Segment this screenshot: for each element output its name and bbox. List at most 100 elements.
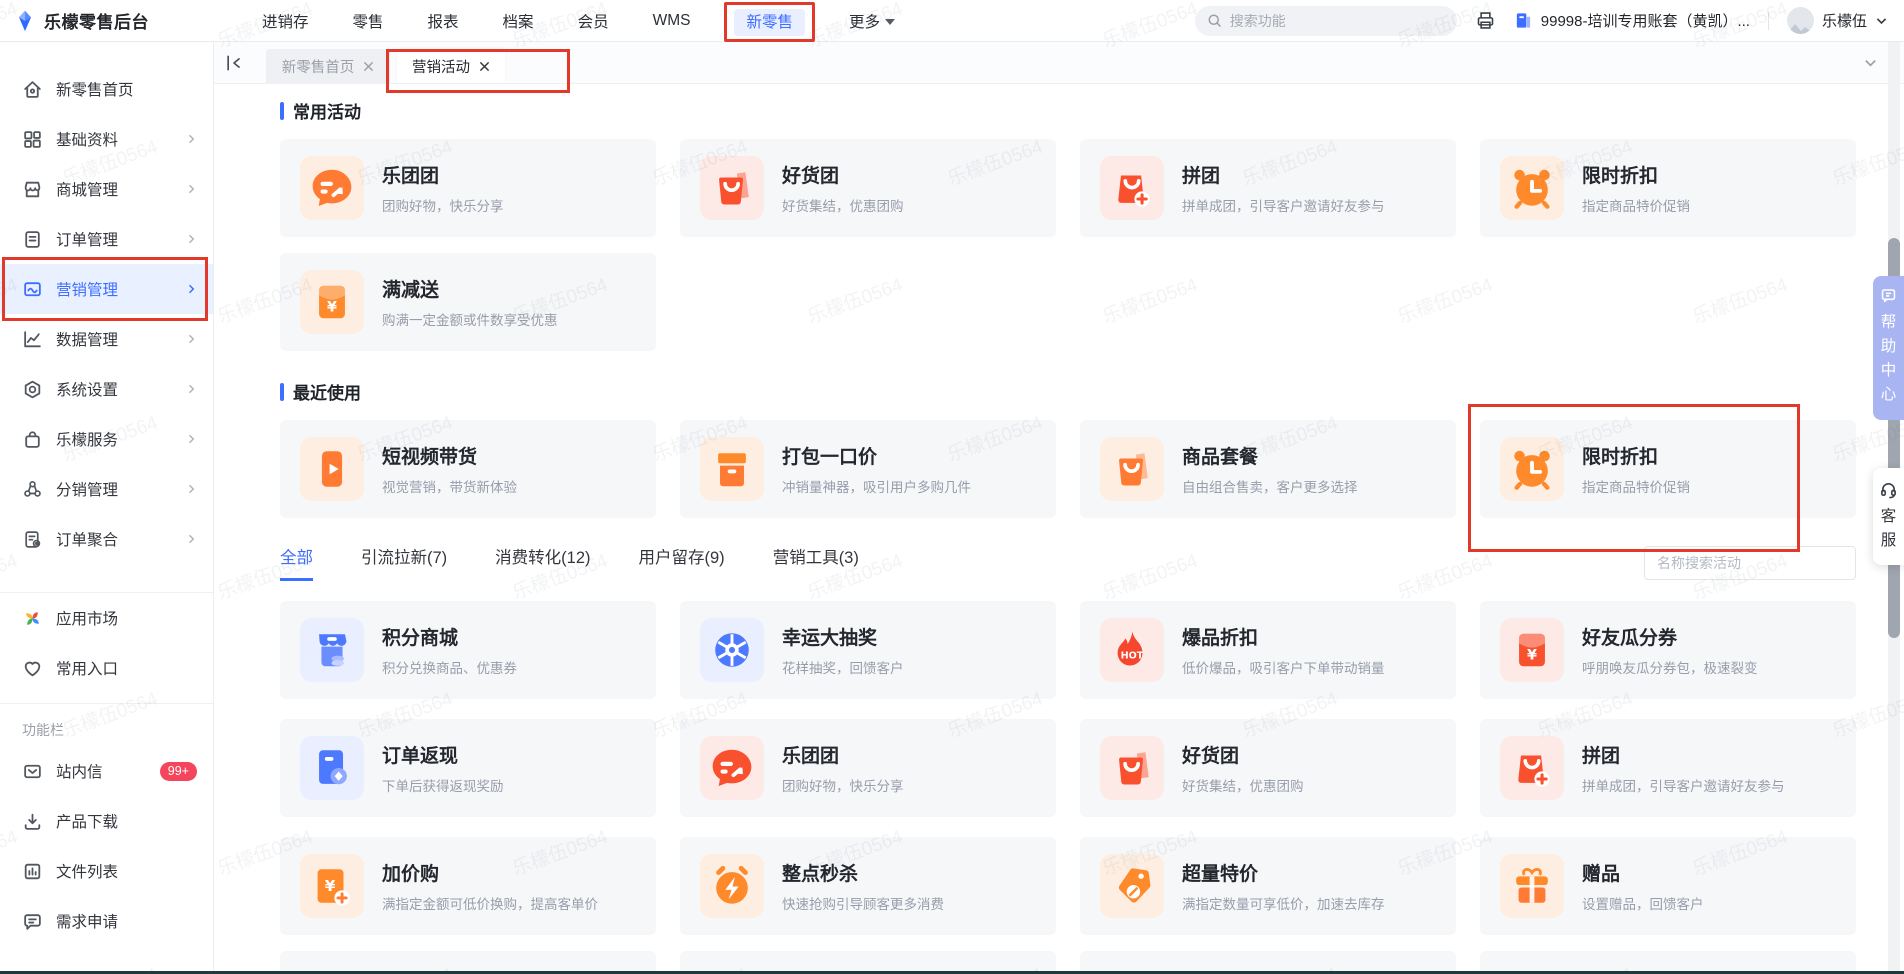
heart-icon — [24, 661, 41, 676]
clock-bolt-icon — [700, 854, 764, 918]
price-tag-icon — [1100, 854, 1164, 918]
global-search[interactable] — [1194, 5, 1457, 36]
nav-item-new-retail[interactable]: 新零售 — [724, 1, 815, 42]
activity-card-package-price[interactable]: 打包一口价 冲销量神器，吸引用户多购几件 — [680, 420, 1056, 518]
sidebar-item-inbox[interactable]: 站内信 99+ — [0, 746, 213, 796]
activity-card-flash-discount[interactable]: 限时折扣 指定商品特价促销 — [1480, 139, 1856, 237]
activity-card-flash-discount-recent[interactable]: 限时折扣 指定商品特价促销 — [1468, 404, 1856, 552]
printer-icon[interactable] — [1475, 10, 1496, 31]
nav-item-purchase-sale-stock[interactable]: 进销存 — [262, 10, 309, 32]
section-header-recently-used: 最近使用 — [280, 379, 1856, 404]
sidebar-item-data-management[interactable]: 数据管理 — [0, 314, 213, 364]
alarm-clock-icon — [1500, 156, 1564, 220]
download-icon — [24, 813, 41, 830]
unread-count-badge: 99+ — [159, 761, 197, 781]
sidebar-collapse-icon[interactable] — [224, 53, 244, 73]
share-network-icon — [24, 480, 41, 497]
chevron-down-icon — [1876, 18, 1887, 25]
nav-item-archives[interactable]: 档案 — [503, 10, 534, 32]
filter-tab-retention[interactable]: 用户留存(9) — [639, 544, 725, 581]
nav-item-wms[interactable]: WMS — [653, 12, 691, 30]
red-envelope-icon: ¥ — [300, 270, 364, 334]
nav-item-reports[interactable]: 报表 — [428, 10, 459, 32]
account-book-icon — [1514, 11, 1533, 30]
activity-card-coupon-share[interactable]: ¥ 好友瓜分券 呼朋唤友瓜分券包，极速裂变 — [1480, 601, 1856, 699]
activity-search-input[interactable] — [1644, 545, 1856, 580]
lucky-wheel-icon — [700, 618, 764, 682]
customer-service-label: 客服 — [1880, 508, 1897, 550]
pinwheel-icon — [26, 611, 39, 625]
activity-card-pintuan-2[interactable]: 拼团 拼单成团，引导客户邀请好友参与 — [1480, 719, 1856, 817]
chevron-right-icon — [188, 134, 195, 144]
package-box-icon — [700, 437, 764, 501]
chevron-right-icon — [188, 234, 195, 244]
tabs-dropdown-icon[interactable] — [1863, 55, 1878, 70]
customer-service-tab[interactable]: 客服 — [1873, 468, 1904, 566]
sidebar-item-system-settings[interactable]: 系统设置 — [0, 364, 213, 414]
file-chart-icon — [24, 863, 41, 879]
activity-card-gift[interactable]: 赠品 设置赠品，回馈客户 — [1480, 837, 1856, 935]
chevron-right-icon — [188, 384, 195, 394]
gear-icon — [24, 380, 41, 398]
sidebar-item-request-submission[interactable]: 需求申请 — [0, 896, 213, 946]
tab-new-retail-home[interactable]: 新零售首页 — [266, 49, 390, 83]
filter-tab-acquisition[interactable]: 引流拉新(7) — [361, 544, 447, 581]
filter-tab-conversion[interactable]: 消费转化(12) — [495, 544, 590, 581]
activity-card-volume-special[interactable]: 超量特价 满指定数量可享低价，加速去库存 — [1080, 837, 1456, 935]
sidebar-item-common-entries[interactable]: 常用入口 — [0, 643, 213, 693]
store-icon — [24, 181, 41, 197]
activity-card-hourly-flash-sale[interactable]: 整点秒杀 快速抢购引导顾客更多消费 — [680, 837, 1056, 935]
sidebar-item-basic-data[interactable]: 基础资料 — [0, 114, 213, 164]
activity-card-markup-purchase[interactable]: ¥ 加价购 满指定金额可低价换购，提高客单价 — [280, 837, 656, 935]
help-chat-icon — [1881, 289, 1896, 303]
activity-card-haohuotuan[interactable]: 好货团 好货集结，优惠团购 — [680, 139, 1056, 237]
activity-card-points-mall[interactable]: 积分商城 积分兑换商品、优惠券 — [280, 601, 656, 699]
activity-card-letuantuan-2[interactable]: 乐团团 团购好物，快乐分享 — [680, 719, 1056, 817]
marketing-chart-icon — [24, 281, 41, 296]
help-center-tab[interactable]: 帮助中心 — [1873, 276, 1904, 421]
sidebar-item-new-retail-home[interactable]: 新零售首页 — [0, 64, 213, 114]
account-switcher[interactable]: 99998-培训专用账套（黄凯）... — [1514, 10, 1750, 31]
activity-card-short-video[interactable]: 短视频带货 视觉营销，带货新体验 — [280, 420, 656, 518]
red-envelope-icon: ¥ — [1500, 618, 1564, 682]
activity-card-full-reduction[interactable]: ¥ 满减送 购满一定金额或件数享受优惠 — [280, 253, 656, 351]
activity-card-haohuotuan-2[interactable]: 好货团 好货集结，优惠团购 — [1080, 719, 1456, 817]
nav-item-more[interactable]: 更多 — [849, 10, 895, 32]
activity-card-lucky-draw[interactable]: 幸运大抽奖 花样抽奖，回馈客户 — [680, 601, 1056, 699]
activity-card-letuantuan[interactable]: 乐团团 团购好物，快乐分享 — [280, 139, 656, 237]
sidebar-section-label: 功能栏 — [22, 722, 64, 738]
sidebar-item-app-market[interactable]: 应用市场 — [0, 593, 213, 643]
activity-card-pintuan[interactable]: 拼团 拼单成团，引导客户邀请好友参与 — [1080, 139, 1456, 237]
points-mall-icon — [300, 618, 364, 682]
sidebar-item-product-download[interactable]: 产品下载 — [0, 796, 213, 846]
filter-tab-tools[interactable]: 营销工具(3) — [773, 544, 859, 581]
shopping-bag-icon — [1100, 736, 1164, 800]
video-play-icon — [300, 437, 364, 501]
order-doc-icon — [25, 230, 40, 248]
activity-card-hot-discount[interactable]: HOT 爆品折扣 低价爆品，吸引客户下单带动销量 — [1080, 601, 1456, 699]
section-accent-bar — [280, 382, 284, 401]
doc-gear-icon — [25, 530, 41, 548]
sidebar-item-order-management[interactable]: 订单管理 — [0, 214, 213, 264]
sidebar-item-file-list[interactable]: 文件列表 — [0, 846, 213, 896]
activity-card-product-bundle[interactable]: 商品套餐 自由组合售卖，客户更多选择 — [1080, 420, 1456, 518]
tab-marketing-activities[interactable]: 营销活动 — [397, 49, 505, 83]
app-window: 乐檬零售后台 进销存 零售 报表 档案 会员 WMS 新零售 更多 搜索功能 9… — [0, 0, 1904, 974]
sidebar-item-order-aggregation[interactable]: 订单聚合 — [0, 514, 213, 564]
section-header-common-activities: 常用活动 — [280, 98, 1856, 123]
sidebar-item-distribution-management[interactable]: 分销管理 — [0, 464, 213, 514]
user-menu[interactable]: 乐檬伍 — [1786, 7, 1888, 34]
sidebar: 新零售首页 基础资料 商城管理 订单管理 营销管理 数据管理 系统设置 乐檬服务… — [0, 42, 214, 974]
common-activities-grid-row2: ¥ 满减送 购满一定金额或件数享受优惠 — [280, 253, 1856, 351]
top-nav: 进销存 零售 报表 档案 会员 WMS 新零售 更多 — [262, 1, 895, 42]
global-search-input[interactable] — [1229, 12, 1445, 29]
activity-card-order-cashback[interactable]: 订单返现 下单后获得返现奖励 — [280, 719, 656, 817]
nav-item-retail[interactable]: 零售 — [353, 10, 384, 32]
nav-item-members[interactable]: 会员 — [578, 10, 609, 32]
sidebar-item-mall-management[interactable]: 商城管理 — [0, 164, 213, 214]
search-icon — [1207, 13, 1222, 28]
filter-tab-all[interactable]: 全部 — [280, 544, 313, 581]
chevron-right-icon — [188, 184, 195, 194]
sidebar-item-lemon-services[interactable]: 乐檬服务 — [0, 414, 213, 464]
sidebar-item-marketing-management[interactable]: 营销管理 — [0, 257, 213, 321]
